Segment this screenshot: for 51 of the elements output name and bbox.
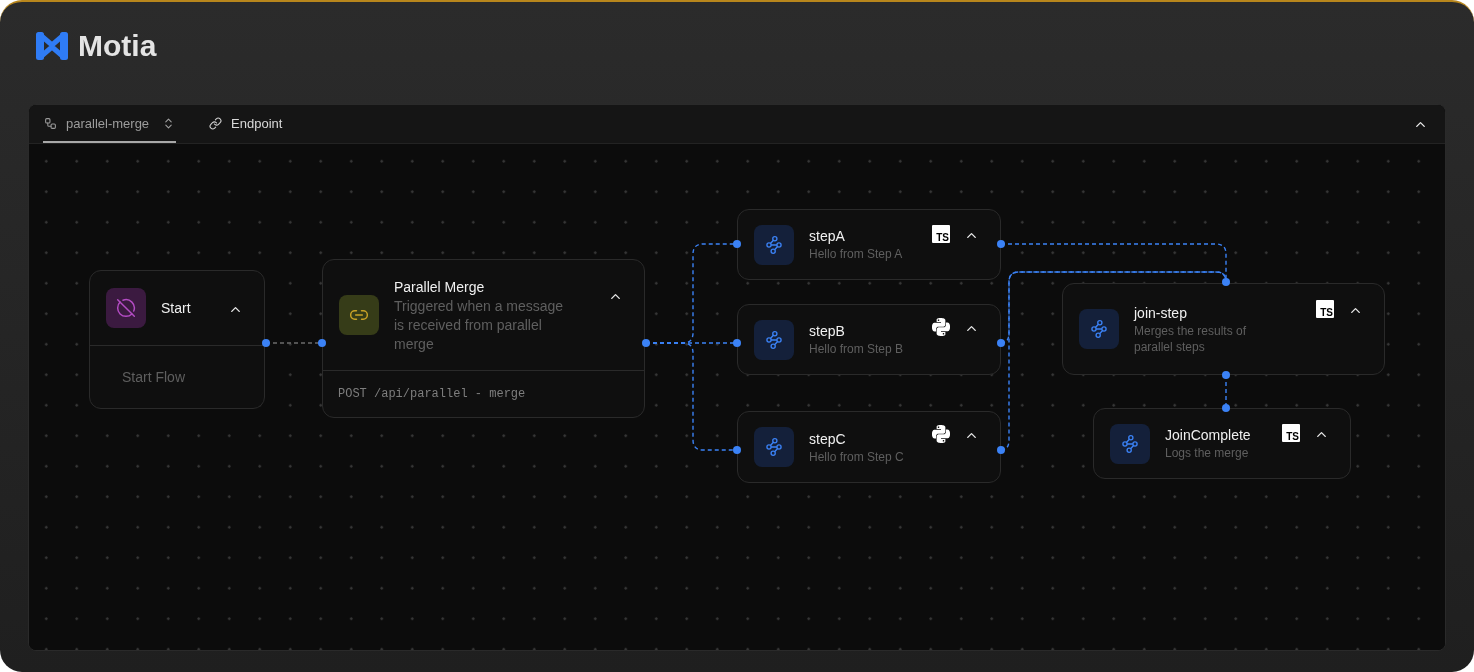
nodes-icon bbox=[1079, 309, 1119, 349]
link-icon bbox=[339, 295, 379, 335]
connection-handle[interactable] bbox=[1222, 278, 1230, 286]
connection-handle[interactable] bbox=[733, 339, 741, 347]
connection-handle[interactable] bbox=[1222, 371, 1230, 379]
nodes-icon bbox=[754, 427, 794, 467]
typescript-logo: TS bbox=[1282, 424, 1300, 442]
flow-node[interactable]: stepA Hello from Step A TS bbox=[737, 209, 1001, 280]
node-description: Merges the results of parallel steps bbox=[1134, 323, 1248, 355]
nodes-icon bbox=[754, 319, 794, 360]
nodes-icon bbox=[754, 224, 794, 265]
connection-handle[interactable] bbox=[997, 446, 1005, 454]
node-description: Hello from Step B bbox=[809, 341, 905, 358]
node-description: Logs the merge bbox=[1165, 445, 1250, 462]
node-title: stepA bbox=[809, 227, 846, 246]
connection-handle[interactable] bbox=[262, 339, 270, 347]
node-title: join-step bbox=[1134, 304, 1188, 323]
connection-handle[interactable] bbox=[997, 240, 1005, 248]
node-description: Triggered when a message is received from parallel merge bbox=[394, 296, 565, 354]
connection-handle[interactable] bbox=[733, 240, 741, 248]
flow-node[interactable]: Start Start Flow bbox=[89, 270, 265, 409]
connection-handle[interactable] bbox=[318, 339, 326, 347]
node-title: JoinComplete bbox=[1165, 426, 1252, 445]
nodes-icon bbox=[1110, 423, 1150, 464]
flow-node[interactable]: Parallel Merge Triggered when a message is received from parallel merge POST /api/parallel - merge bbox=[322, 259, 645, 418]
circle-slash-icon bbox=[106, 288, 146, 328]
python-logo-icon bbox=[932, 425, 950, 443]
node-description: Hello from Step C bbox=[809, 448, 905, 466]
flow-icon bbox=[44, 117, 57, 130]
brand-name: Motia bbox=[78, 32, 157, 60]
connection-handle[interactable] bbox=[733, 446, 741, 454]
footer-text: Start Flow bbox=[122, 367, 185, 387]
typescript-logo: TS bbox=[932, 225, 950, 243]
connection-handle[interactable] bbox=[1222, 404, 1230, 412]
link-icon bbox=[209, 117, 223, 130]
node-title: stepB bbox=[809, 322, 846, 341]
endpoint-path: POST /api/parallel - merge bbox=[338, 386, 526, 403]
node-title: Start bbox=[161, 299, 192, 318]
typescript-logo: TS bbox=[1316, 300, 1334, 318]
connection-handle[interactable] bbox=[642, 339, 650, 347]
logo-icon bbox=[36, 32, 68, 60]
node-title: Parallel Merge bbox=[394, 277, 486, 297]
node-description: Hello from Step A bbox=[809, 246, 904, 263]
connection-handle[interactable] bbox=[997, 339, 1005, 347]
python-logo-icon bbox=[932, 318, 950, 336]
flow-node[interactable]: stepB Hello from Step B bbox=[737, 304, 1001, 375]
flow-node[interactable]: JoinComplete Logs the merge TS bbox=[1093, 408, 1351, 479]
tab[interactable]: Endpoint bbox=[208, 106, 284, 143]
flow-node[interactable]: join-step Merges the results of parallel steps TS bbox=[1062, 283, 1385, 375]
flow-node[interactable]: stepC Hello from Step C bbox=[737, 411, 1001, 483]
node-title: stepC bbox=[809, 429, 847, 449]
